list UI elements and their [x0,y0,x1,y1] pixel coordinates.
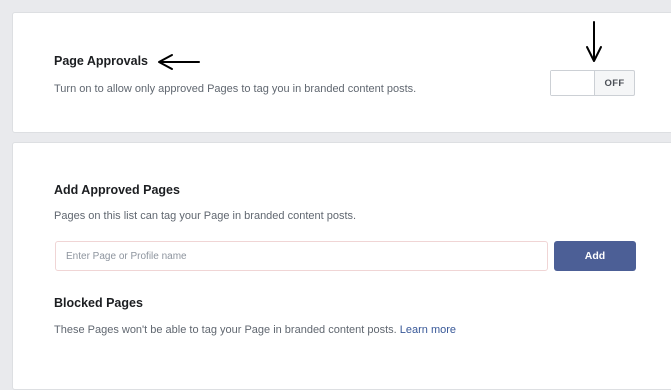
blocked-pages-description: These Pages won't be able to tag your Pa… [54,324,397,336]
page-approvals-description: Turn on to allow only approved Pages to … [54,83,417,95]
page-approvals-card: Page Approvals Turn on to allow only app… [12,12,671,133]
toggle-state-label: OFF [604,77,625,89]
arrow-left-icon [158,54,200,70]
page-name-input[interactable] [55,241,548,271]
page-approvals-title: Page Approvals [54,54,149,68]
approved-pages-card: Add Approved Pages Pages on this list ca… [12,142,671,390]
toggle-knob [551,71,595,95]
page-approvals-toggle[interactable]: OFF [550,70,635,96]
blocked-pages-title: Blocked Pages [54,296,143,310]
learn-more-link[interactable]: Learn more [400,324,456,336]
arrow-down-icon [586,21,602,62]
add-button[interactable]: Add [554,241,636,271]
blocked-pages-description-line: These Pages won't be able to tag your Pa… [54,324,456,336]
add-approved-pages-title: Add Approved Pages [54,183,180,197]
add-approved-pages-description: Pages on this list can tag your Page in … [54,210,357,222]
